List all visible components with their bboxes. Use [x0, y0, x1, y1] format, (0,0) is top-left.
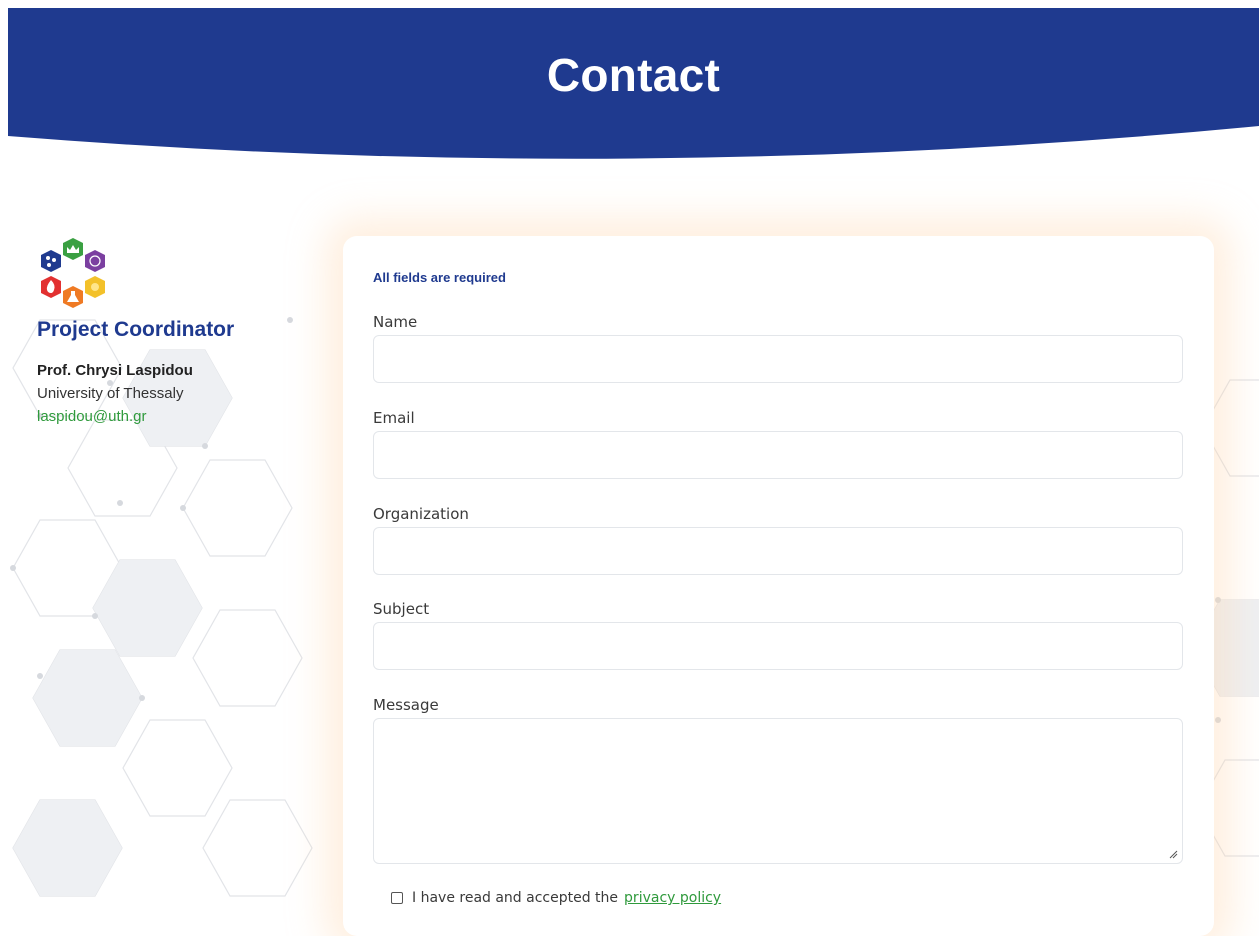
name-label: Name: [373, 313, 418, 331]
privacy-consent-text: I have read and accepted the: [412, 890, 619, 906]
name-input[interactable]: [373, 335, 1183, 383]
contact-form-card: All fields are required Name Email Organ…: [343, 236, 1214, 936]
coordinator-panel: Project Coordinator Prof. Chrysi Laspido…: [37, 236, 297, 426]
project-logo: [41, 238, 105, 308]
coordinator-heading: Project Coordinator: [37, 318, 235, 341]
message-textarea[interactable]: [373, 718, 1183, 864]
page-header: Contact: [8, 8, 1259, 160]
coordinator-email-link[interactable]: laspidou@uth.gr: [37, 408, 146, 425]
privacy-consent: I have read and accepted the privacy pol…: [391, 890, 721, 906]
email-label: Email: [373, 409, 415, 427]
page-title: Contact: [546, 49, 721, 101]
sun-icon: [91, 283, 99, 291]
privacy-consent-checkbox[interactable]: [391, 892, 403, 904]
coordinator-organization: University of Thessaly: [37, 385, 184, 402]
organization-input[interactable]: [373, 527, 1183, 575]
message-label: Message: [373, 696, 439, 714]
email-input[interactable]: [373, 431, 1183, 479]
resize-handle-icon[interactable]: [1168, 849, 1178, 859]
organization-label: Organization: [373, 505, 469, 523]
subject-label: Subject: [373, 600, 430, 618]
coordinator-name: Prof. Chrysi Laspidou: [37, 362, 193, 379]
required-fields-note: All fields are required: [373, 270, 506, 285]
subject-input[interactable]: [373, 622, 1183, 670]
privacy-policy-link[interactable]: privacy policy: [624, 890, 721, 906]
